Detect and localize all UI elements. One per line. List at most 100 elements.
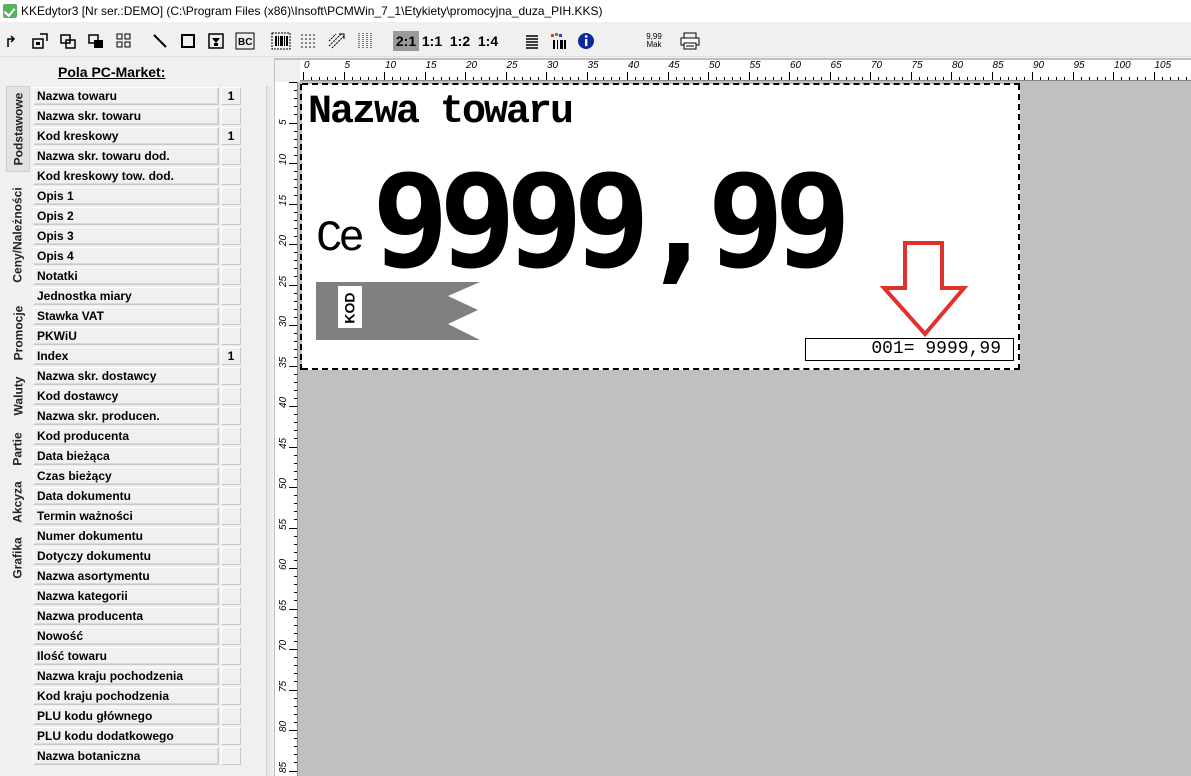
printer-icon[interactable]	[678, 31, 702, 51]
tab-akcyza[interactable]: Akcyza	[6, 474, 30, 530]
field-row[interactable]: Opis 3	[33, 226, 243, 246]
field-row[interactable]: Nazwa skr. dostawcy	[33, 366, 243, 386]
field-name[interactable]: Nazwa kategorii	[33, 587, 219, 605]
field-row[interactable]: PKWiU	[33, 326, 243, 346]
tab-ceny-należności[interactable]: Ceny/Należności	[6, 172, 30, 298]
pointer-tool-icon[interactable]	[4, 31, 24, 51]
field-name[interactable]: Dotyczy dokumentu	[33, 547, 219, 565]
grid-tool-icon[interactable]	[114, 31, 134, 51]
field-row[interactable]: Opis 2	[33, 206, 243, 226]
snap-grid-icon[interactable]	[354, 31, 376, 51]
tab-waluty[interactable]: Waluty	[6, 368, 30, 424]
field-name[interactable]: Nazwa producenta	[33, 607, 219, 625]
info-icon[interactable]	[576, 31, 596, 51]
field-name[interactable]: Stawka VAT	[33, 307, 219, 325]
field-row[interactable]: Stawka VAT	[33, 306, 243, 326]
price-prefix-field[interactable]: Ce	[316, 214, 365, 264]
field-name[interactable]: Nazwa skr. towaru	[33, 107, 219, 125]
field-name[interactable]: PKWiU	[33, 327, 219, 345]
field-name[interactable]: Czas bieżący	[33, 467, 219, 485]
field-name[interactable]: Nazwa skr. producen.	[33, 407, 219, 425]
tab-promocje[interactable]: Promocje	[6, 298, 30, 368]
field-name[interactable]: Notatki	[33, 267, 219, 285]
field-row[interactable]: Nazwa kategorii	[33, 586, 243, 606]
field-row[interactable]: PLU kodu dodatkowego	[33, 726, 243, 746]
field-row[interactable]: Notatki	[33, 266, 243, 286]
field-name[interactable]: Nazwa asortymentu	[33, 567, 219, 585]
field-name[interactable]: PLU kodu dodatkowego	[33, 727, 219, 745]
field-row[interactable]: Termin ważności	[33, 506, 243, 526]
paste-tool-icon[interactable]	[86, 31, 106, 51]
field-row[interactable]: Kod kraju pochodzenia	[33, 686, 243, 706]
price-preview-icon[interactable]: 9,99 Mak	[640, 31, 668, 51]
field-name[interactable]: Nazwa skr. towaru dod.	[33, 147, 219, 165]
field-row[interactable]: Opis 4	[33, 246, 243, 266]
field-name[interactable]: Kod dostawcy	[33, 387, 219, 405]
field-row[interactable]: PLU kodu głównego	[33, 706, 243, 726]
field-name[interactable]: Kod kreskowy tow. dod.	[33, 167, 219, 185]
price-field[interactable]: 9999,99	[372, 158, 851, 288]
field-row[interactable]: Czas bieżący	[33, 466, 243, 486]
field-row[interactable]: Kod producenta	[33, 426, 243, 446]
field-row[interactable]: Nazwa botaniczna	[33, 746, 243, 766]
field-row[interactable]: Numer dokumentu	[33, 526, 243, 546]
field-row[interactable]: Nazwa skr. producen.	[33, 406, 243, 426]
field-name[interactable]: Nowość	[33, 627, 219, 645]
field-name[interactable]: Ilość towaru	[33, 647, 219, 665]
field-row[interactable]: Ilość towaru	[33, 646, 243, 666]
field-row[interactable]: Nazwa skr. towaru dod.	[33, 146, 243, 166]
field-row[interactable]: Kod dostawcy	[33, 386, 243, 406]
field-name[interactable]: Nazwa kraju pochodzenia	[33, 667, 219, 685]
field-row[interactable]: Nazwa kraju pochodzenia	[33, 666, 243, 686]
copy-tool-icon[interactable]	[58, 31, 78, 51]
zoom-1-2-button[interactable]: 1:2	[447, 31, 473, 51]
field-name[interactable]: Opis 1	[33, 187, 219, 205]
product-name-field[interactable]: Nazwa towaru	[308, 90, 574, 135]
field-name[interactable]: Opis 2	[33, 207, 219, 225]
import-tool-icon[interactable]	[30, 31, 50, 51]
field-name[interactable]: Kod kraju pochodzenia	[33, 687, 219, 705]
tab-podstawowe[interactable]: Podstawowe	[6, 86, 30, 172]
field-name[interactable]: Data bieżąca	[33, 447, 219, 465]
field-row[interactable]: Data bieżąca	[33, 446, 243, 466]
rectangle-tool-icon[interactable]	[178, 31, 198, 51]
field-row[interactable]: Data dokumentu	[33, 486, 243, 506]
dotted-grid-icon[interactable]	[298, 31, 320, 51]
image-tool-icon[interactable]	[206, 31, 226, 51]
field-row[interactable]: Kod kreskowy tow. dod.	[33, 166, 243, 186]
zoom-1-4-button[interactable]: 1:4	[475, 31, 501, 51]
zoom-1-1-button[interactable]: 1:1	[419, 31, 445, 51]
color-barcode-icon[interactable]	[548, 31, 570, 51]
field-name[interactable]: Opis 3	[33, 227, 219, 245]
list-icon[interactable]	[522, 31, 542, 51]
panel-scrollbar[interactable]	[266, 86, 272, 776]
field-name[interactable]: Opis 4	[33, 247, 219, 265]
field-row[interactable]: Dotyczy dokumentu	[33, 546, 243, 566]
field-row[interactable]: Index 1	[33, 346, 243, 366]
barcode-tool-icon[interactable]	[270, 31, 292, 51]
field-name[interactable]: Jednostka miary	[33, 287, 219, 305]
tab-grafika[interactable]: Grafika	[6, 530, 30, 586]
barcode-text-tool-icon[interactable]: BC	[234, 31, 256, 51]
line-tool-icon[interactable]	[150, 31, 170, 51]
field-row[interactable]: Nazwa towaru 1	[33, 86, 243, 106]
field-name[interactable]: Kod producenta	[33, 427, 219, 445]
field-name[interactable]: Nazwa skr. dostawcy	[33, 367, 219, 385]
zoom-2-1-button[interactable]: 2:1	[393, 31, 419, 51]
field-name[interactable]: Nazwa towaru	[33, 87, 219, 105]
field-row[interactable]: Nazwa producenta	[33, 606, 243, 626]
field-name[interactable]: PLU kodu głównego	[33, 707, 219, 725]
field-row[interactable]: Nazwa asortymentu	[33, 566, 243, 586]
small-price-field[interactable]: 001= 9999,99	[805, 338, 1014, 361]
field-row[interactable]: Jednostka miary	[33, 286, 243, 306]
diagonal-grid-icon[interactable]	[326, 31, 348, 51]
field-name[interactable]: Nazwa botaniczna	[33, 747, 219, 765]
field-name[interactable]: Termin ważności	[33, 507, 219, 525]
field-row[interactable]: Opis 1	[33, 186, 243, 206]
field-name[interactable]: Index	[33, 347, 219, 365]
field-row[interactable]: Kod kreskowy 1	[33, 126, 243, 146]
field-row[interactable]: Nowość	[33, 626, 243, 646]
field-name[interactable]: Numer dokumentu	[33, 527, 219, 545]
field-row[interactable]: Nazwa skr. towaru	[33, 106, 243, 126]
field-name[interactable]: Data dokumentu	[33, 487, 219, 505]
